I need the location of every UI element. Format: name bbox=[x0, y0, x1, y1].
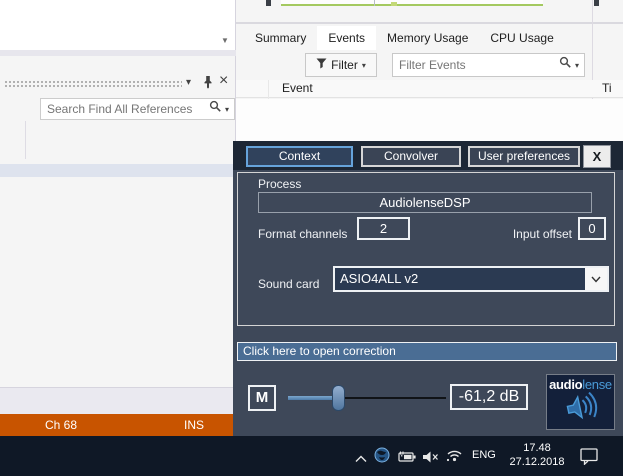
references-search-box: ▾ bbox=[40, 98, 235, 120]
tab-events[interactable]: Events bbox=[317, 26, 377, 50]
tray-expand-icon[interactable] bbox=[355, 450, 367, 468]
logo-wordmark: audiolense bbox=[547, 377, 614, 392]
tab-context[interactable]: Context bbox=[246, 146, 353, 167]
search-options-icon[interactable]: ▾ bbox=[572, 61, 584, 70]
volume-slider[interactable] bbox=[288, 385, 446, 411]
close-icon[interactable]: × bbox=[219, 73, 228, 89]
slider-thumb[interactable] bbox=[332, 385, 345, 411]
clock-date: 27.12.2018 bbox=[509, 456, 565, 468]
vs-status-bar: Ch 68 INS bbox=[0, 414, 233, 436]
selected-result-row[interactable] bbox=[0, 164, 236, 177]
bottom-strip bbox=[0, 387, 233, 414]
timeline-marker bbox=[391, 2, 397, 6]
audiolense-logo: audiolense bbox=[546, 374, 615, 430]
tab-convolver[interactable]: Convolver bbox=[361, 146, 461, 167]
audiolense-dialog: Context Convolver User preferences X Pro… bbox=[233, 141, 623, 437]
tab-cpu-usage[interactable]: CPU Usage bbox=[479, 26, 564, 50]
slider-track-empty[interactable] bbox=[345, 397, 446, 399]
action-center-icon[interactable] bbox=[580, 448, 599, 470]
timeline-fragment bbox=[594, 0, 599, 6]
desktop: ▼ ▾ × ▾ Ch 68 INS Summary Event bbox=[0, 0, 623, 476]
close-button[interactable]: X bbox=[583, 145, 611, 168]
events-table-header: Event Ti bbox=[236, 80, 623, 98]
tab-summary[interactable]: Summary bbox=[244, 26, 317, 50]
tab-memory-usage[interactable]: Memory Usage bbox=[376, 26, 479, 50]
volume-readout: -61,2 dB bbox=[450, 384, 528, 410]
tree-indent-line bbox=[25, 121, 26, 159]
process-value: AudiolenseDSP bbox=[258, 192, 592, 213]
timeline-chart-sliver bbox=[281, 0, 543, 6]
pin-icon[interactable] bbox=[202, 75, 214, 94]
find-all-references-panel: ▼ ▾ × ▾ Ch 68 INS bbox=[0, 0, 236, 436]
network-globe-icon[interactable] bbox=[374, 447, 390, 468]
mute-button[interactable]: M bbox=[248, 385, 276, 411]
filter-events-input[interactable] bbox=[393, 58, 559, 72]
filter-button[interactable]: Filter ▾ bbox=[305, 53, 377, 77]
slider-track-filled[interactable] bbox=[288, 396, 333, 400]
chevron-down-icon bbox=[591, 276, 601, 283]
search-input[interactable] bbox=[41, 102, 209, 116]
filter-events-box: ▾ bbox=[392, 53, 585, 77]
process-label: Process bbox=[258, 177, 302, 191]
input-offset-label: Input offset bbox=[512, 227, 572, 241]
logo-lense: lense bbox=[582, 377, 612, 392]
wifi-icon[interactable] bbox=[446, 449, 463, 467]
timeline-divider bbox=[374, 0, 375, 6]
chevron-down-icon[interactable]: ▼ bbox=[221, 36, 229, 45]
sound-card-label: Sound card bbox=[258, 277, 320, 291]
format-channels-label: Format channels bbox=[258, 227, 348, 241]
search-options-icon[interactable]: ▾ bbox=[222, 105, 234, 114]
open-correction-link[interactable]: Click here to open correction bbox=[237, 342, 617, 361]
sound-card-value: ASIO4ALL v2 bbox=[335, 268, 585, 290]
filter-button-label: Filter bbox=[331, 58, 358, 72]
dropdown-button[interactable] bbox=[585, 268, 607, 290]
clock-time: 17.48 bbox=[523, 442, 551, 454]
format-channels-field[interactable]: 2 bbox=[357, 217, 410, 240]
panel-drag-handle[interactable] bbox=[4, 80, 182, 87]
funnel-icon bbox=[316, 58, 327, 72]
panel-divider bbox=[236, 22, 623, 24]
input-offset-field[interactable]: 0 bbox=[578, 217, 606, 240]
logo-audio: audio bbox=[549, 377, 583, 392]
search-icon[interactable] bbox=[559, 56, 572, 74]
chevron-down-icon: ▾ bbox=[361, 60, 366, 70]
editor-area bbox=[0, 0, 236, 50]
events-table-body bbox=[236, 99, 623, 141]
speaker-logo-icon bbox=[566, 391, 597, 420]
column-event[interactable]: Event bbox=[282, 81, 313, 95]
battery-charging-icon[interactable] bbox=[398, 450, 417, 468]
search-icon[interactable] bbox=[209, 100, 222, 118]
sound-card-dropdown[interactable]: ASIO4ALL v2 bbox=[333, 266, 609, 292]
insert-mode-indicator: INS bbox=[184, 418, 205, 432]
volume-muted-icon[interactable] bbox=[423, 450, 439, 468]
panel-menu-icon[interactable]: ▾ bbox=[186, 77, 191, 88]
column-time[interactable]: Ti bbox=[602, 81, 612, 95]
context-group-box: Process AudiolenseDSP Format channels 2 … bbox=[237, 172, 615, 326]
diagnostics-tab-bar: Summary Events Memory Usage CPU Usage bbox=[244, 26, 565, 50]
clock[interactable]: 17.48 27.12.2018 bbox=[506, 441, 568, 469]
timeline-fragment bbox=[266, 0, 271, 6]
language-indicator[interactable]: ENG bbox=[472, 449, 496, 461]
windows-taskbar: ENG 17.48 27.12.2018 bbox=[0, 436, 623, 476]
tab-user-preferences[interactable]: User preferences bbox=[468, 146, 580, 167]
channel-indicator: Ch 68 bbox=[45, 418, 78, 432]
